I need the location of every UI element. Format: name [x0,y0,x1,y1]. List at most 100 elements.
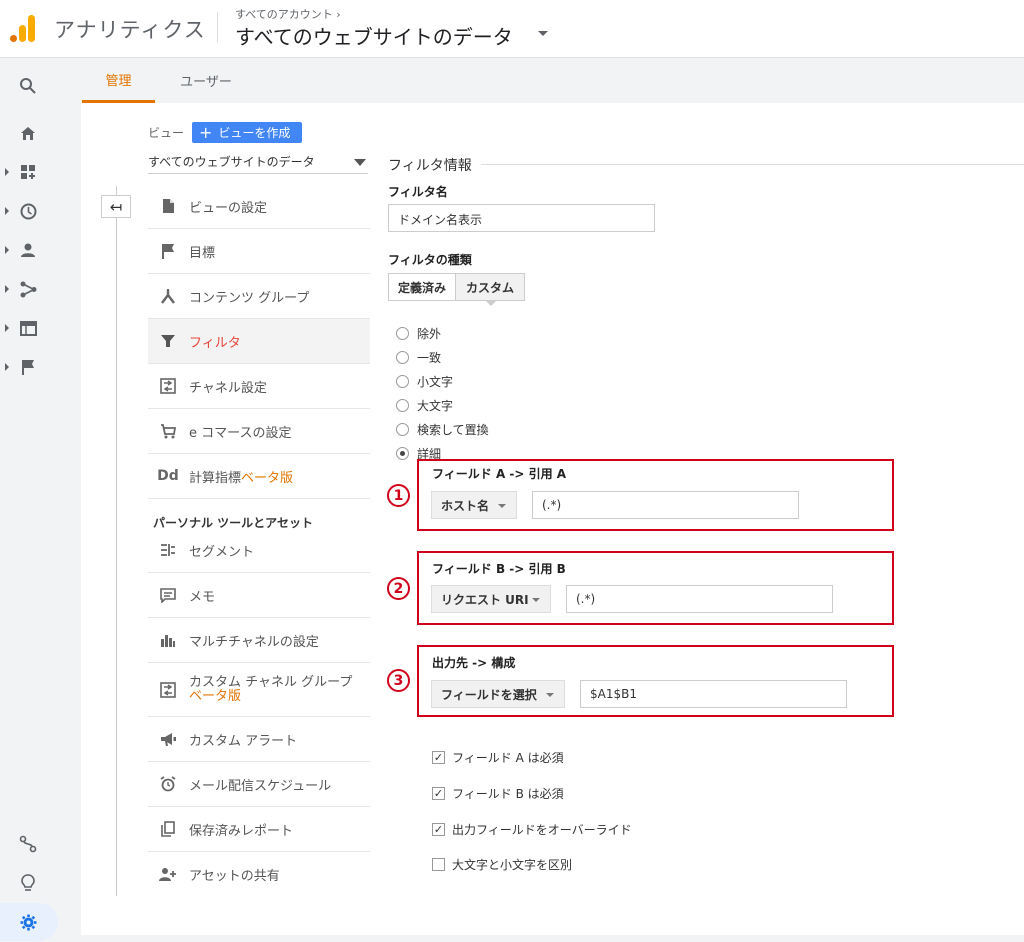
tab-predefined[interactable]: 定義済み [388,273,456,301]
nav-item-channel-settings[interactable]: チャネル設定 [148,364,370,409]
expand-arrow-icon[interactable] [5,363,9,371]
nav-item-scheduled-emails[interactable]: メール配信スケジュール [148,762,370,807]
megaphone-icon [157,732,179,747]
nav-item-share-assets[interactable]: アセットの共有 [148,852,370,897]
alarm-clock-icon [157,776,179,792]
account-selector[interactable]: すべてのウェブサイトのデータ [235,21,513,50]
nav-item-label: カスタム アラート [189,733,298,749]
checkbox-checked-icon: ✓ [432,823,445,836]
expand-arrow-icon[interactable] [5,324,9,332]
beta-badge: ベータ版 [241,470,294,486]
bar-chart-icon [157,633,179,648]
output-select[interactable]: フィールドを選択 [431,680,565,708]
nav-item-label: カスタム チャネル グループ [189,674,353,690]
expand-arrow-icon[interactable] [5,285,9,293]
radio-label: 一致 [417,351,442,365]
tab-admin[interactable]: 管理 [82,58,155,103]
checkbox-label: 大文字と小文字を区別 [452,858,573,872]
nav-item-content-groups[interactable]: コンテンツ グループ [148,274,370,319]
nav-item-annotations[interactable]: メモ [148,573,370,618]
view-selector-value: すべてのウェブサイトのデータ [148,155,315,169]
admin-tabs: 管理 ユーザー [58,58,1024,103]
view-selector[interactable]: すべてのウェブサイトのデータ [148,153,368,174]
tab-user[interactable]: ユーザー [170,58,242,103]
nav-item-custom-alerts[interactable]: カスタム アラート [148,717,370,762]
radio-circle [396,351,409,364]
person-icon[interactable] [17,239,39,261]
filter-info-heading: フィルタ情報 [388,158,472,174]
expand-arrow-icon[interactable] [5,246,9,254]
nav-item-segments[interactable]: セグメント [148,528,370,573]
nav-item-label: 計算指標 [189,470,242,486]
create-view-button[interactable]: + ビューを作成 [192,122,302,143]
nav-item-saved-reports[interactable]: 保存済みレポート [148,807,370,852]
radio-include[interactable]: 一致 [396,349,441,366]
chevron-down-icon [532,598,540,602]
expand-arrow-icon[interactable] [5,207,9,215]
left-rail [0,58,58,942]
field-b-select[interactable]: リクエスト URI [431,585,551,613]
field-a-select-value: ホスト名 [441,498,490,513]
account-breadcrumb[interactable]: すべてのアカウント › [235,6,341,22]
output-input[interactable]: $A1$B1 [580,680,847,708]
nav-item-view-settings[interactable]: ビューの設定 [148,184,370,229]
checkbox-label: 出力フィールドをオーバーライド [452,823,632,837]
nav-item-label: マルチチャネルの設定 [189,634,319,650]
checkbox-case-sensitive[interactable]: 大文字と小文字を区別 [432,856,572,873]
content-gutter [58,103,81,942]
nav-item-calculated-metrics[interactable]: Dd 計算指標 ベータ版 [148,454,370,499]
radio-label: 大文字 [417,399,454,413]
tab-custom[interactable]: カスタム [456,273,525,301]
acquisition-icon[interactable] [17,278,39,300]
checkbox-override-output[interactable]: ✓ 出力フィールドをオーバーライド [432,821,632,838]
field-a-input[interactable]: (.*) [532,491,799,519]
expand-arrow-icon[interactable] [5,168,9,176]
back-arrow-button[interactable]: ↤ [101,195,131,218]
radio-exclude[interactable]: 除外 [396,325,441,342]
behavior-icon[interactable] [17,317,39,339]
filter-name-input[interactable]: ドメイン名表示 [388,204,655,232]
radio-label: 小文字 [417,375,454,389]
nav-item-label: チャネル設定 [189,380,267,396]
nav-item-multichannel[interactable]: マルチチャネルの設定 [148,618,370,663]
nav-item-filters[interactable]: フィルタ [148,319,370,364]
back-arrow-icon: ↤ [109,197,123,216]
checkbox-field-a-required[interactable]: ✓ フィールド A は必須 [432,749,564,766]
radio-lowercase[interactable]: 小文字 [396,373,453,390]
flag-icon[interactable] [17,356,39,378]
lightbulb-icon[interactable] [17,872,39,894]
checkbox-unchecked-icon [432,858,445,871]
radio-search-replace[interactable]: 検索して置換 [396,421,489,438]
selected-pointer-icon [485,300,497,306]
header-divider [217,12,218,42]
analytics-logo-icon[interactable] [10,14,36,42]
checkbox-field-b-required[interactable]: ✓ フィールド B は必須 [432,785,564,802]
radio-circle [396,327,409,340]
nav-item-custom-channel-groups[interactable]: カスタム チャネル グループ ベータ版 [148,663,370,717]
nav-item-label: メール配信スケジュール [189,778,332,794]
nav-item-label: セグメント [189,544,255,560]
home-icon[interactable] [17,122,39,144]
radio-circle [396,399,409,412]
filter-name-label: フィルタ名 [388,185,448,199]
step-3-badge: 3 [387,669,410,692]
add-person-icon [157,867,179,882]
checkbox-label: フィールド B は必須 [452,787,564,801]
content-bottom-edge [58,935,1024,942]
radio-uppercase[interactable]: 大文字 [396,397,453,414]
nav-item-label: 保存済みレポート [189,823,294,839]
nav-item-goals[interactable]: 目標 [148,229,370,274]
clock-icon[interactable] [17,200,39,222]
customization-icon[interactable] [17,161,39,183]
field-b-input[interactable]: (.*) [566,585,833,613]
section-divider [481,164,1024,165]
gear-icon[interactable] [17,911,39,933]
search-icon[interactable] [17,75,39,97]
discover-icon[interactable] [17,833,39,855]
chevron-down-icon[interactable] [538,31,548,36]
field-a-select[interactable]: ホスト名 [431,491,517,519]
step-1-badge: 1 [387,484,410,507]
tree-line [116,186,117,896]
radio-label: 検索して置換 [417,423,489,437]
nav-item-ecommerce-settings[interactable]: e コマースの設定 [148,409,370,454]
